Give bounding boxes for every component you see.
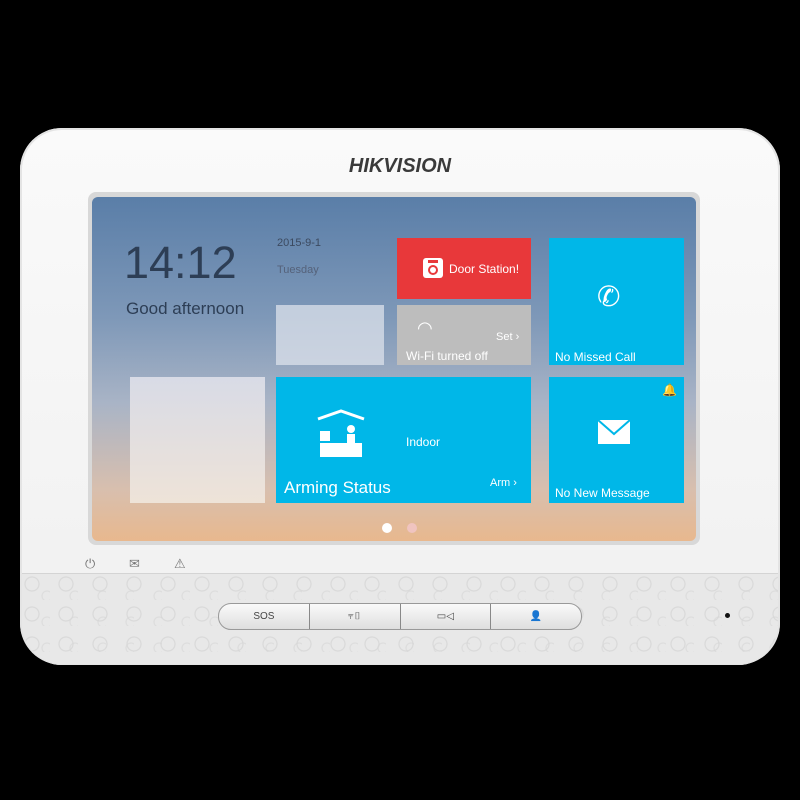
wifi-label: Wi-Fi turned off [406, 349, 488, 363]
date: 2015-9-1 [277, 237, 322, 249]
camera-icon: ▭◁ [436, 611, 454, 622]
chevron-right-icon: › [515, 331, 520, 343]
arming-mode: Indoor [406, 435, 441, 449]
weekday: Tuesday [277, 264, 319, 276]
power-icon: ⏻ [85, 556, 96, 571]
touch-screen[interactable]: 14:12 Good afternoon 2015-9-1 Tuesday Do… [92, 197, 696, 541]
hardware-button-bar: SOS ⫧▯ ▭◁ 👤 [218, 603, 582, 630]
alarm-icon: ⚠ [174, 556, 186, 571]
wifi-set-label: Set [496, 331, 513, 343]
missed-call-icon: ✆ [597, 281, 621, 312]
brand-logo: HIKVISION [348, 155, 452, 177]
door-station-tile[interactable]: Door Station! [397, 238, 531, 299]
door-station-label: Door Station! [449, 262, 520, 276]
arming-status-tile[interactable]: Indoor Arming Status Arm › [276, 377, 531, 503]
camera-button[interactable]: ▭◁ [401, 604, 492, 629]
empty-tile [276, 305, 384, 365]
message-label: No New Message [555, 486, 650, 500]
page-dot[interactable] [407, 523, 417, 533]
bell-icon: 🔔 [662, 383, 677, 397]
indoor-arming-icon [317, 409, 365, 457]
wifi-tile[interactable]: ◠ Set › Wi-Fi turned off [397, 305, 531, 365]
missed-call-label: No Missed Call [555, 350, 636, 364]
wifi-set-link[interactable]: Set › [496, 331, 519, 343]
greeting: Good afternoon [126, 299, 245, 318]
envelope-icon [597, 419, 631, 444]
arm-label: Arm [490, 477, 511, 489]
unlock-button[interactable]: ⫧▯ [310, 604, 401, 629]
door-station-icon [423, 258, 443, 278]
empty-tile-large [130, 377, 265, 503]
message-led-icon: ✉ [129, 556, 140, 571]
page-dot-active[interactable] [382, 523, 392, 533]
contacts-icon: 👤 [529, 611, 543, 622]
clock-time: 14:12 [124, 237, 237, 288]
missed-call-tile[interactable]: ✆ No Missed Call [549, 238, 684, 365]
chevron-right-icon: › [513, 477, 517, 489]
contacts-button[interactable]: 👤 [491, 604, 581, 629]
unlock-key-icon: ⫧▯ [348, 611, 362, 622]
wifi-icon: ◠ [417, 318, 433, 338]
arming-title: Arming Status [284, 478, 391, 497]
arm-link[interactable]: Arm › [490, 477, 517, 489]
microphone-hole [725, 613, 730, 618]
sos-button[interactable]: SOS [219, 604, 310, 629]
message-tile[interactable]: 🔔 No New Message [549, 377, 684, 503]
